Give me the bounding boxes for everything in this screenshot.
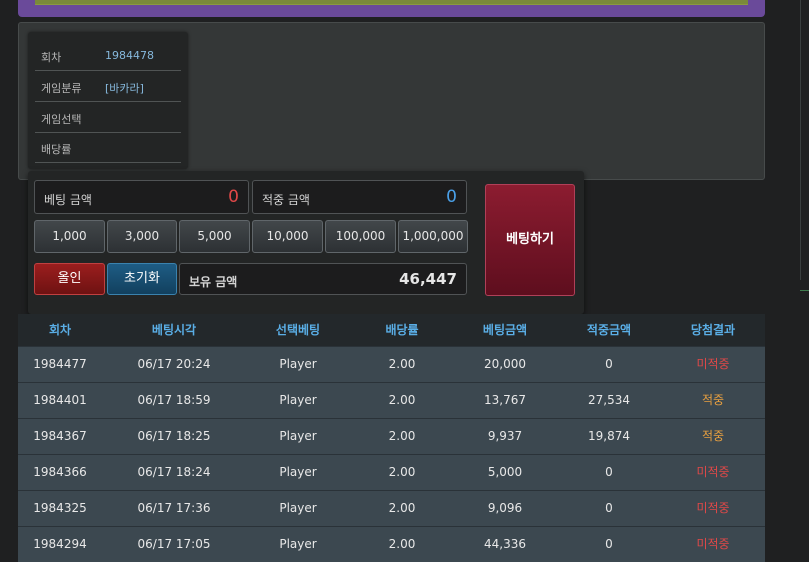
- win-amount-field: 적중 금액 0: [252, 180, 467, 214]
- amount-100000-button[interactable]: 100,000: [325, 220, 396, 253]
- bet-history-table: 회차 베팅시각 선택베팅 배당률 베팅금액 적중금액 당첨결과 1984477 06/17 2…: [18, 314, 765, 562]
- cell-win-amount: 0: [605, 501, 613, 515]
- cell-odds: 2.00: [388, 465, 416, 479]
- category-label: 게임분류: [41, 82, 82, 95]
- header-round: 회차: [48, 323, 72, 337]
- cell-selection: Player: [279, 537, 317, 551]
- cell-result: 적중: [701, 393, 725, 407]
- cell-bet-time: 06/17 20:24: [137, 357, 211, 371]
- cell-selection: Player: [279, 429, 317, 443]
- header-bet-amount: 베팅금액: [482, 323, 528, 337]
- selection-row: 게임선택: [35, 102, 181, 133]
- cell-win-amount: 0: [605, 465, 613, 479]
- table-row: 1984366 06/17 18:24 Player 2.00 5,000 0 미적중: [18, 454, 765, 490]
- round-label: 회차: [41, 51, 62, 64]
- cell-selection: Player: [279, 465, 317, 479]
- amount-1000000-button[interactable]: 1,000,000: [398, 220, 468, 253]
- cell-odds: 2.00: [388, 357, 416, 371]
- cell-result: 미적중: [696, 465, 730, 479]
- cell-bet-time: 06/17 18:59: [137, 393, 211, 407]
- bet-amount-field: 베팅 금액 0: [34, 180, 249, 214]
- cell-win-amount: 27,534: [588, 393, 630, 407]
- cell-bet-amount: 20,000: [484, 357, 526, 371]
- cell-result: 미적중: [696, 501, 730, 515]
- cell-bet-time: 06/17 17:36: [137, 501, 211, 515]
- odds-label: 배당률: [41, 143, 72, 156]
- amount-5000-button[interactable]: 5,000: [179, 220, 250, 253]
- cell-selection: Player: [279, 393, 317, 407]
- cell-round: 1984367: [33, 429, 87, 443]
- top-banner: [18, 0, 765, 17]
- cell-result: 미적중: [696, 537, 730, 551]
- round-info-box: 회차 1984478 게임분류 [바카라] 게임선택 배당률: [28, 32, 188, 169]
- table-row: 1984477 06/17 20:24 Player 2.00 20,000 0 미적중: [18, 346, 765, 382]
- balance-label: 보유 금액: [189, 275, 238, 289]
- amount-1000-button[interactable]: 1,000: [34, 220, 105, 253]
- win-amount-value: 0: [446, 187, 457, 207]
- cell-bet-amount: 13,767: [484, 393, 526, 407]
- cell-round: 1984294: [33, 537, 87, 551]
- all-in-button[interactable]: 올인: [34, 263, 105, 295]
- header-odds: 배당률: [385, 323, 419, 337]
- cell-selection: Player: [279, 501, 317, 515]
- top-banner-strip: [35, 0, 748, 5]
- cell-round: 1984477: [33, 357, 87, 371]
- round-row: 회차 1984478: [35, 40, 181, 71]
- table-body: 1984477 06/17 20:24 Player 2.00 20,000 0 미적중 19…: [18, 346, 765, 562]
- header-win-amount: 적중금액: [586, 323, 632, 337]
- table-row: 1984367 06/17 18:25 Player 2.00 9,937 19,874 적…: [18, 418, 765, 454]
- table-row: 1984401 06/17 18:59 Player 2.00 13,767 27,534…: [18, 382, 765, 418]
- win-amount-label: 적중 금액: [262, 193, 310, 207]
- cell-result: 미적중: [696, 357, 730, 371]
- table-row: 1984325 06/17 17:36 Player 2.00 9,096 0 미적중: [18, 490, 765, 526]
- amount-3000-button[interactable]: 3,000: [107, 220, 177, 253]
- cell-win-amount: 19,874: [588, 429, 630, 443]
- cell-odds: 2.00: [388, 429, 416, 443]
- cell-bet-time: 06/17 18:24: [137, 465, 211, 479]
- cell-bet-time: 06/17 17:05: [137, 537, 211, 551]
- cell-round: 1984401: [33, 393, 87, 407]
- cell-win-amount: 0: [605, 537, 613, 551]
- bet-amount-label: 베팅 금액: [44, 193, 92, 207]
- cell-selection: Player: [279, 357, 317, 371]
- cell-bet-amount: 9,937: [487, 429, 523, 443]
- round-value: 1984478: [105, 49, 154, 62]
- cell-round: 1984366: [33, 465, 87, 479]
- cell-bet-amount: 5,000: [487, 465, 523, 479]
- cell-win-amount: 0: [605, 357, 613, 371]
- table-header: 회차 베팅시각 선택베팅 배당률 베팅금액 적중금액 당첨결과: [18, 314, 765, 346]
- header-selection: 선택베팅: [275, 323, 321, 337]
- cell-bet-time: 06/17 18:25: [137, 429, 211, 443]
- header-bet-time: 베팅시각: [151, 323, 197, 337]
- cell-round: 1984325: [33, 501, 87, 515]
- header-result: 당첨결과: [690, 323, 736, 337]
- selection-label: 게임선택: [41, 113, 82, 126]
- cell-odds: 2.00: [388, 537, 416, 551]
- right-edge-panel: [800, 0, 809, 280]
- cell-bet-amount: 44,336: [484, 537, 526, 551]
- cell-odds: 2.00: [388, 393, 416, 407]
- bet-amount-value: 0: [228, 187, 239, 207]
- category-row: 게임분류 [바카라]: [35, 71, 181, 102]
- table-row: 1984294 06/17 17:05 Player 2.00 44,336 0 미적중: [18, 526, 765, 562]
- category-value: [바카라]: [105, 82, 144, 95]
- place-bet-button[interactable]: 베팅하기: [485, 184, 575, 296]
- cell-odds: 2.00: [388, 501, 416, 515]
- balance-field: 보유 금액 46,447: [179, 263, 467, 295]
- odds-row: 배당률: [35, 132, 181, 163]
- cell-bet-amount: 9,096: [487, 501, 523, 515]
- right-edge-line: [800, 290, 809, 291]
- balance-value: 46,447: [399, 270, 457, 288]
- reset-button[interactable]: 초기화: [107, 263, 177, 295]
- amount-10000-button[interactable]: 10,000: [252, 220, 323, 253]
- cell-result: 적중: [701, 429, 725, 443]
